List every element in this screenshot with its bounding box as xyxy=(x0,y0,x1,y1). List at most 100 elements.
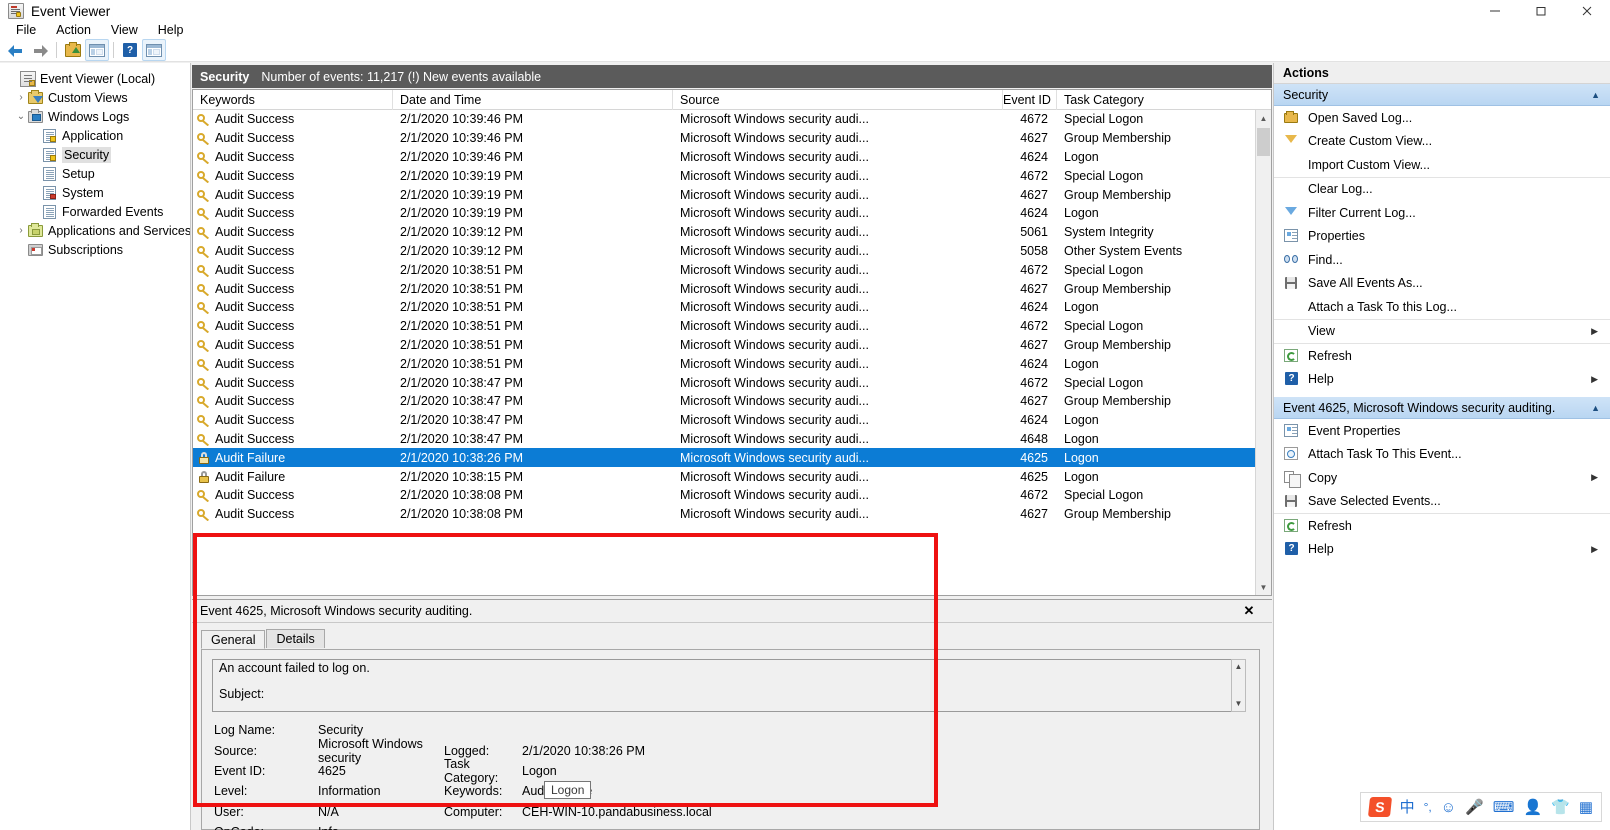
table-row[interactable]: Audit Success 2/1/2020 10:39:19 PM Microso… xyxy=(193,166,1271,185)
menu-action[interactable]: Action xyxy=(46,22,101,39)
ime-skin-icon[interactable]: 👕 xyxy=(1551,800,1570,815)
ime-keyboard-icon[interactable]: ⌨ xyxy=(1493,800,1515,815)
action-refresh[interactable]: Refresh xyxy=(1274,344,1610,368)
table-row[interactable]: Audit Success 2/1/2020 10:39:19 PM Microso… xyxy=(193,185,1271,204)
ime-user-icon[interactable]: 👤 xyxy=(1523,800,1542,815)
table-row[interactable]: Audit Success 2/1/2020 10:38:51 PM Microso… xyxy=(193,317,1271,336)
action-properties[interactable]: Properties xyxy=(1274,225,1610,249)
help-icon[interactable]: ? xyxy=(118,39,142,61)
action-copy[interactable]: Copy ▶ xyxy=(1274,466,1610,490)
table-row[interactable]: Audit Success 2/1/2020 10:38:47 PM Microso… xyxy=(193,430,1271,449)
ime-emoji-icon[interactable]: ☺ xyxy=(1441,800,1456,815)
table-row[interactable]: Audit Success 2/1/2020 10:39:12 PM Microso… xyxy=(193,242,1271,261)
action-save-selected-events[interactable]: Save Selected Events... xyxy=(1274,490,1610,514)
column-header-source[interactable]: Source xyxy=(673,90,1003,110)
tree-item-system[interactable]: System xyxy=(0,183,190,202)
message-scroll-down-arrow[interactable]: ▼ xyxy=(1232,697,1245,711)
tree-item-setup[interactable]: Setup xyxy=(0,164,190,183)
action-filter-current-log[interactable]: Filter Current Log... xyxy=(1274,201,1610,225)
chevron-right-icon[interactable]: ▶ xyxy=(1591,472,1598,483)
action-create-custom-view[interactable]: Create Custom View... xyxy=(1274,130,1610,154)
show-hide-action-pane-icon[interactable] xyxy=(142,39,166,61)
column-header-date-time[interactable]: Date and Time xyxy=(393,90,673,110)
tab-general[interactable]: General xyxy=(201,630,266,649)
tab-details[interactable]: Details xyxy=(266,629,325,648)
scroll-up-arrow[interactable]: ▲ xyxy=(1256,110,1271,126)
expander[interactable]: › xyxy=(14,225,28,236)
maximize-button[interactable] xyxy=(1518,0,1564,22)
tree-item-application[interactable]: Application xyxy=(0,126,190,145)
show-hide-console-tree-icon[interactable] xyxy=(85,39,109,61)
event-list[interactable]: Keywords Date and Time Source Event ID T… xyxy=(192,89,1272,596)
action-help[interactable]: ? Help ▶ xyxy=(1274,368,1610,392)
menu-file[interactable]: File xyxy=(6,22,46,39)
table-row[interactable]: Audit Success 2/1/2020 10:39:46 PM Microso… xyxy=(193,148,1271,167)
expander[interactable]: ⌄ xyxy=(14,111,28,122)
action-help-event[interactable]: ? Help ▶ xyxy=(1274,538,1610,562)
message-scroll-up-arrow[interactable]: ▲ xyxy=(1232,660,1245,674)
ime-toolbox-icon[interactable]: ▦ xyxy=(1579,800,1593,815)
sogou-logo-icon[interactable]: S xyxy=(1367,797,1392,817)
event-message-box[interactable]: An account failed to log on. Subject: ▲ … xyxy=(212,659,1246,712)
menu-help[interactable]: Help xyxy=(148,22,194,39)
table-row[interactable]: Audit Success 2/1/2020 10:39:19 PM Microso… xyxy=(193,204,1271,223)
chevron-right-icon[interactable]: ▶ xyxy=(1591,326,1598,337)
event-list-scrollbar[interactable]: ▲ ▼ xyxy=(1255,110,1271,595)
action-event-properties[interactable]: Event Properties xyxy=(1274,419,1610,443)
table-row[interactable]: Audit Success 2/1/2020 10:38:51 PM Microso… xyxy=(193,260,1271,279)
action-refresh-event[interactable]: Refresh xyxy=(1274,514,1610,538)
scroll-down-arrow[interactable]: ▼ xyxy=(1256,579,1271,595)
column-header-event-id[interactable]: Event ID xyxy=(1003,90,1057,110)
column-header-keywords[interactable]: Keywords xyxy=(193,90,393,110)
table-row[interactable]: Audit Success 2/1/2020 10:38:51 PM Microso… xyxy=(193,279,1271,298)
menu-view[interactable]: View xyxy=(101,22,148,39)
action-clear-log[interactable]: Clear Log... xyxy=(1274,178,1610,202)
tree-item-event-viewer-local[interactable]: Event Viewer (Local) xyxy=(0,69,190,88)
console-tree[interactable]: Event Viewer (Local) › Custom Views ⌄ Wi… xyxy=(0,63,191,830)
action-attach-task-to-this-event[interactable]: Attach Task To This Event... xyxy=(1274,443,1610,467)
table-row[interactable]: Audit Success 2/1/2020 10:39:46 PM Microso… xyxy=(193,110,1271,129)
chevron-right-icon[interactable]: ▶ xyxy=(1591,374,1598,385)
close-icon[interactable]: ✕ xyxy=(1240,602,1258,620)
action-find[interactable]: Find... xyxy=(1274,248,1610,272)
tree-item-subscriptions[interactable]: Subscriptions xyxy=(0,240,190,259)
table-row[interactable]: Audit Failure 2/1/2020 10:38:26 PM Microso… xyxy=(193,448,1271,468)
table-row[interactable]: Audit Success 2/1/2020 10:38:47 PM Microso… xyxy=(193,373,1271,392)
actions-group-event-4625[interactable]: Event 4625, Microsoft Windows security a… xyxy=(1274,397,1610,419)
action-save-all-events-as[interactable]: Save All Events As... xyxy=(1274,272,1610,296)
chevron-right-icon[interactable]: ▶ xyxy=(1591,544,1598,555)
table-row[interactable]: Audit Success 2/1/2020 10:39:12 PM Microso… xyxy=(193,223,1271,242)
tree-item-security[interactable]: Security xyxy=(0,145,190,164)
table-row[interactable]: Audit Success 2/1/2020 10:38:51 PM Microso… xyxy=(193,336,1271,355)
table-row[interactable]: Audit Success 2/1/2020 10:38:08 PM Microso… xyxy=(193,486,1271,505)
event-rows[interactable]: Audit Success 2/1/2020 10:39:46 PM Microso… xyxy=(193,110,1271,595)
scrollbar-thumb[interactable] xyxy=(1257,128,1270,156)
ime-chinese-mode-icon[interactable]: 中 xyxy=(1400,800,1415,815)
tree-item-windows-logs[interactable]: ⌄ Windows Logs xyxy=(0,107,190,126)
table-row[interactable]: Audit Success 2/1/2020 10:38:51 PM Microso… xyxy=(193,354,1271,373)
table-row[interactable]: Audit Failure 2/1/2020 10:38:15 PM Microso… xyxy=(193,467,1271,486)
column-header-task-category[interactable]: Task Category xyxy=(1057,90,1237,110)
forward-arrow-icon[interactable] xyxy=(28,39,52,61)
ime-punctuation-icon[interactable]: °, xyxy=(1424,801,1432,813)
table-row[interactable]: Audit Success 2/1/2020 10:38:51 PM Microso… xyxy=(193,298,1271,317)
action-attach-a-task-to-this-log[interactable]: Attach a Task To this Log... xyxy=(1274,295,1610,319)
message-scrollbar[interactable]: ▲ ▼ xyxy=(1231,659,1246,712)
table-row[interactable]: Audit Success 2/1/2020 10:38:47 PM Microso… xyxy=(193,392,1271,411)
table-row[interactable]: Audit Success 2/1/2020 10:38:47 PM Microso… xyxy=(193,411,1271,430)
minimize-button[interactable] xyxy=(1472,0,1518,22)
chevron-up-icon[interactable]: ▲ xyxy=(1591,90,1600,100)
ime-microphone-icon[interactable]: 🎤 xyxy=(1465,800,1484,815)
ime-toolbar[interactable]: S 中 °, ☺ 🎤 ⌨ 👤 👕 ▦ xyxy=(1359,792,1602,822)
chevron-up-icon[interactable]: ▲ xyxy=(1591,403,1600,413)
expander[interactable]: › xyxy=(14,92,28,103)
action-import-custom-view[interactable]: Import Custom View... xyxy=(1274,153,1610,177)
tree-item-custom-views[interactable]: › Custom Views xyxy=(0,88,190,107)
tree-item-applications-and-services-logs[interactable]: › Applications and Services Lo xyxy=(0,221,190,240)
action-view[interactable]: View ▶ xyxy=(1274,320,1610,344)
tree-item-forwarded-events[interactable]: Forwarded Events xyxy=(0,202,190,221)
folder-up-icon[interactable] xyxy=(61,39,85,61)
table-row[interactable]: Audit Success 2/1/2020 10:38:08 PM Microso… xyxy=(193,505,1271,524)
close-button[interactable] xyxy=(1564,0,1610,22)
table-row[interactable]: Audit Success 2/1/2020 10:39:46 PM Microso… xyxy=(193,129,1271,148)
